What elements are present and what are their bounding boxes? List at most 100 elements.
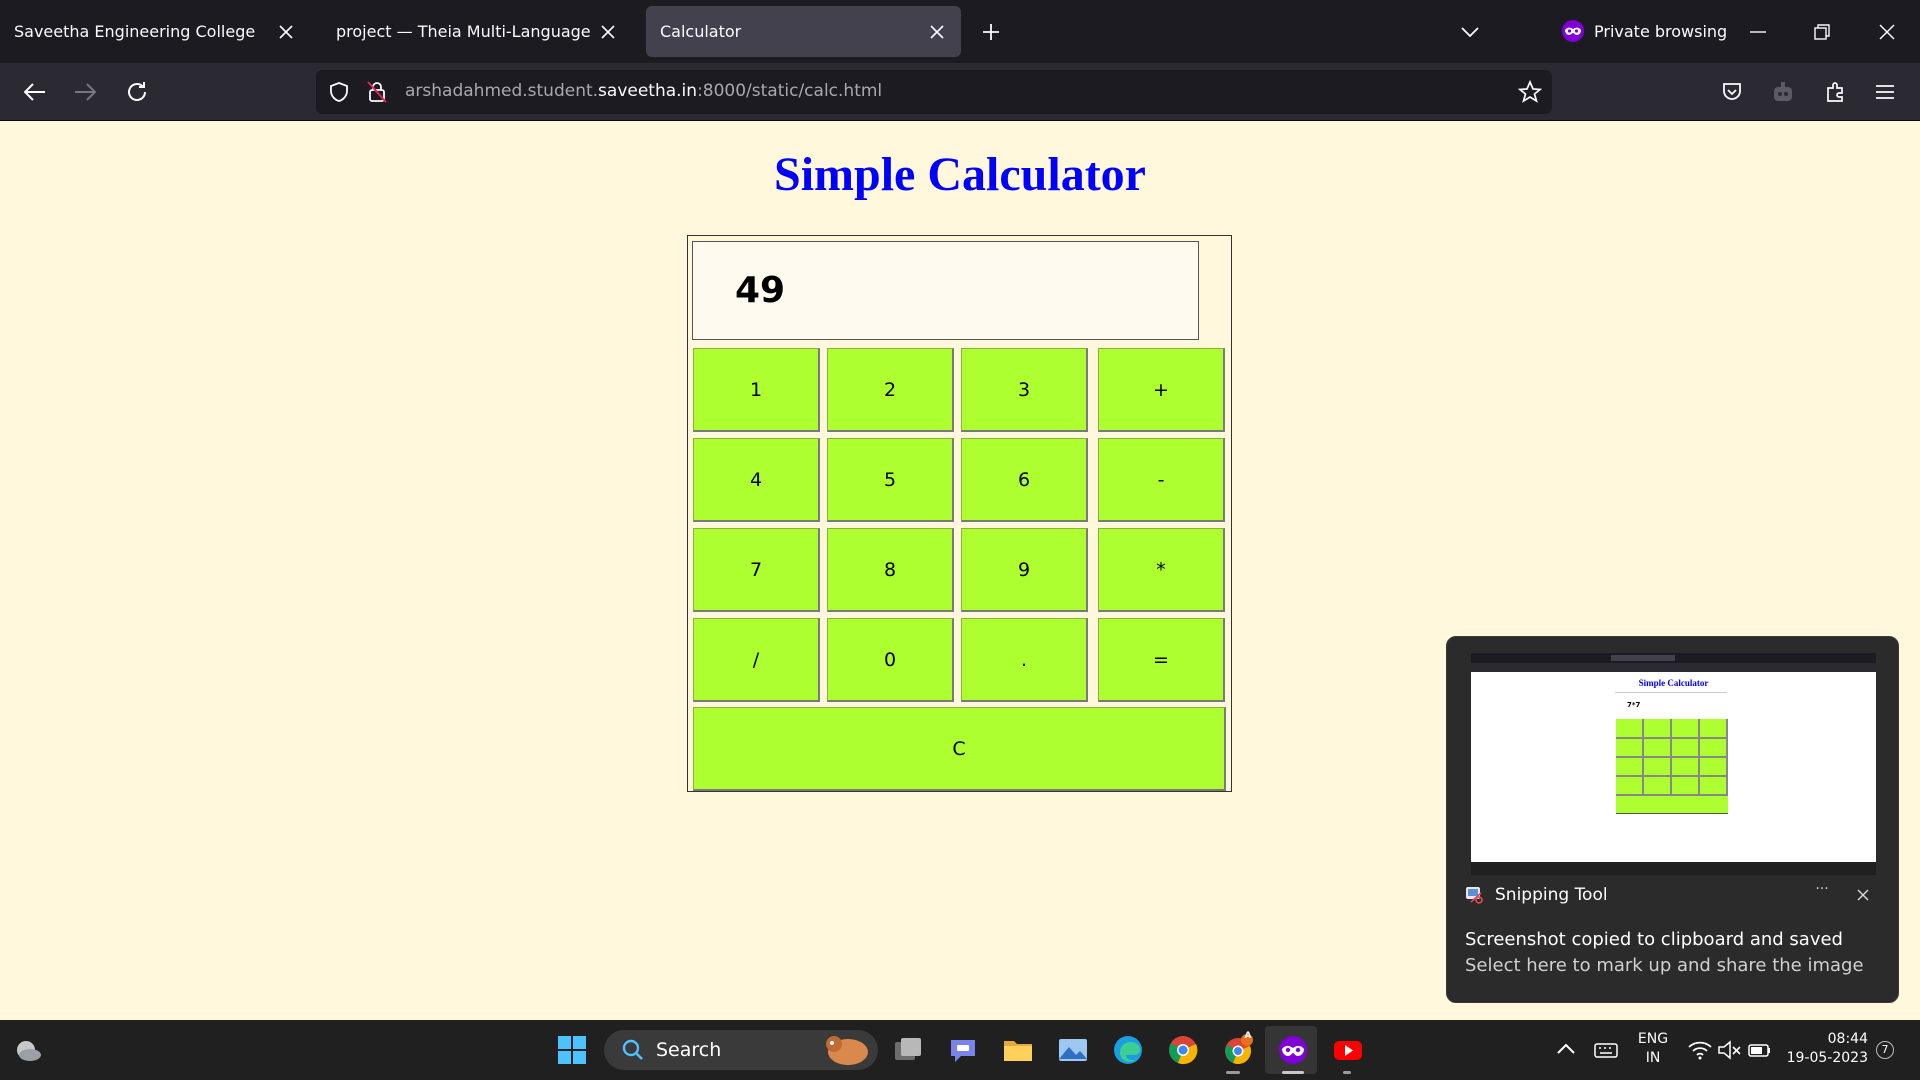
address-bar[interactable]: arshadahmed.student.saveetha.in:8000/sta… — [316, 70, 1552, 114]
toast-app-name: Snipping Tool — [1495, 885, 1608, 905]
more-options-button[interactable]: ··· — [1807, 881, 1837, 905]
key-minus[interactable]: - — [1098, 438, 1225, 522]
tab-label: Saveetha Engineering College — [14, 22, 256, 41]
wifi-icon[interactable] — [1684, 1034, 1716, 1066]
calculator-display[interactable]: 49 — [692, 241, 1199, 340]
close-tab-icon[interactable] — [594, 18, 622, 46]
key-7[interactable]: 7 — [693, 528, 820, 612]
windows-start-icon[interactable] — [556, 1034, 588, 1066]
snipping-tool-notification[interactable]: Simple Calculator 7*7 Snipping Tool ··· … — [1446, 636, 1899, 1003]
pocket-icon — [1723, 83, 1741, 100]
tab-label: project — Theia Multi-Language Example — [336, 22, 594, 41]
list-all-tabs-button[interactable] — [1454, 16, 1486, 48]
reload-button[interactable] — [120, 75, 154, 109]
key-decimal[interactable]: . — [961, 618, 1088, 702]
forward-button[interactable] — [68, 75, 102, 109]
thumb-row-line — [1616, 775, 1728, 777]
toast-sub-message: Select here to mark up and share the ima… — [1465, 955, 1864, 976]
clock-time: 08:44 — [1827, 1031, 1868, 1047]
close-icon — [1857, 889, 1869, 901]
chevron-up-icon[interactable] — [1550, 1034, 1582, 1066]
key-multiply[interactable]: * — [1098, 528, 1225, 612]
close-window-button[interactable] — [1869, 16, 1905, 48]
thumb-page: Simple Calculator 7*7 — [1471, 672, 1876, 862]
taskbar-search-box[interactable]: Search — [604, 1030, 878, 1070]
running-indicator — [1226, 1071, 1240, 1074]
key-4[interactable]: 4 — [693, 438, 820, 522]
youtube-icon[interactable] — [1332, 1034, 1364, 1066]
minimize-button[interactable] — [1740, 16, 1776, 48]
hamburger-menu-icon — [1876, 85, 1894, 99]
weather-icon[interactable] — [12, 1034, 44, 1066]
dismiss-toast-button[interactable] — [1851, 883, 1875, 907]
thumb-clear-key — [1616, 796, 1728, 814]
language-code: ENG — [1637, 1031, 1669, 1047]
key-0[interactable]: 0 — [827, 618, 954, 702]
tab-saveetha[interactable]: Saveetha Engineering College — [0, 6, 310, 57]
edge-browser-icon[interactable] — [1112, 1034, 1144, 1066]
private-browsing-label: Private browsing — [1594, 21, 1728, 41]
key-divide[interactable]: / — [693, 618, 820, 702]
close-tab-icon[interactable] — [272, 18, 300, 46]
key-9[interactable]: 9 — [961, 528, 1088, 612]
task-view-icon[interactable] — [892, 1034, 924, 1066]
insecure-lock-icon[interactable] — [366, 80, 388, 104]
tab-label: Calculator — [660, 22, 742, 41]
robot-extension-icon — [1774, 82, 1792, 101]
calculator: 49 1 2 3 + 4 5 6 - 7 8 9 * / 0 . = C — [687, 235, 1232, 792]
tab-theia-project[interactable]: project — Theia Multi-Language Example — [322, 6, 632, 57]
key-5[interactable]: 5 — [827, 438, 954, 522]
firefox-private-icon[interactable] — [1277, 1034, 1309, 1066]
reload-icon — [128, 82, 146, 101]
system-clock[interactable]: 08:44 19-05-2023 — [1778, 1030, 1868, 1068]
key-equals[interactable]: = — [1098, 618, 1225, 702]
chrome-browser-icon[interactable] — [1167, 1034, 1199, 1066]
snipping-tool-icon — [1466, 887, 1483, 904]
screenshot-thumbnail[interactable]: Simple Calculator 7*7 — [1471, 653, 1876, 875]
running-indicator — [1343, 1071, 1351, 1074]
url-text: arshadahmed.student.saveetha.in:8000/sta… — [405, 81, 882, 101]
thumb-row-line — [1616, 737, 1728, 739]
plus-icon — [983, 24, 999, 40]
key-clear[interactable]: C — [693, 707, 1226, 791]
thumb-display: 7*7 — [1627, 701, 1641, 709]
url-prefix: arshadahmed.student. — [405, 81, 599, 101]
input-language-indicator[interactable]: ENG IN — [1634, 1030, 1672, 1068]
toast-message: Screenshot copied to clipboard and saved — [1465, 929, 1843, 950]
tracking-protection-shield-icon[interactable] — [328, 81, 350, 103]
minimize-icon — [1750, 31, 1766, 33]
back-button[interactable] — [18, 75, 52, 109]
close-tab-icon[interactable] — [923, 18, 951, 46]
restore-button[interactable] — [1804, 16, 1840, 48]
tab-calculator[interactable]: Calculator — [646, 6, 961, 57]
chevron-down-icon — [1461, 27, 1479, 38]
battery-icon[interactable] — [1744, 1034, 1776, 1066]
file-explorer-icon[interactable] — [1002, 1034, 1034, 1066]
key-1[interactable]: 1 — [693, 348, 820, 432]
key-6[interactable]: 6 — [961, 438, 1088, 522]
pocket-button[interactable] — [1715, 75, 1749, 109]
extension-button[interactable] — [1766, 75, 1800, 109]
search-icon — [622, 1039, 643, 1060]
key-2[interactable]: 2 — [827, 348, 954, 432]
bookmark-star-icon[interactable] — [1518, 80, 1542, 104]
thumb-title: Simple Calculator — [1638, 678, 1709, 688]
teams-chat-icon[interactable] — [947, 1034, 979, 1066]
notification-count-badge[interactable]: 7 — [1876, 1041, 1894, 1059]
key-8[interactable]: 8 — [827, 528, 954, 612]
new-tab-button[interactable] — [975, 16, 1007, 48]
search-label: Search — [656, 1039, 722, 1061]
volume-muted-icon[interactable] — [1714, 1034, 1746, 1066]
puzzle-piece-icon — [1827, 82, 1843, 102]
thumb-row-line — [1616, 756, 1728, 758]
thumb-divider — [1615, 692, 1727, 693]
key-plus[interactable]: + — [1098, 348, 1225, 432]
tab-bar: Saveetha Engineering College project — T… — [0, 0, 1920, 63]
keyboard-icon[interactable] — [1590, 1034, 1622, 1066]
app-menu-button[interactable] — [1868, 75, 1902, 109]
search-highlight-illustration-icon — [826, 1036, 868, 1065]
extensions-button[interactable] — [1818, 75, 1852, 109]
thumb-active-tab — [1611, 655, 1675, 661]
photos-app-icon[interactable] — [1057, 1034, 1089, 1066]
key-3[interactable]: 3 — [961, 348, 1088, 432]
